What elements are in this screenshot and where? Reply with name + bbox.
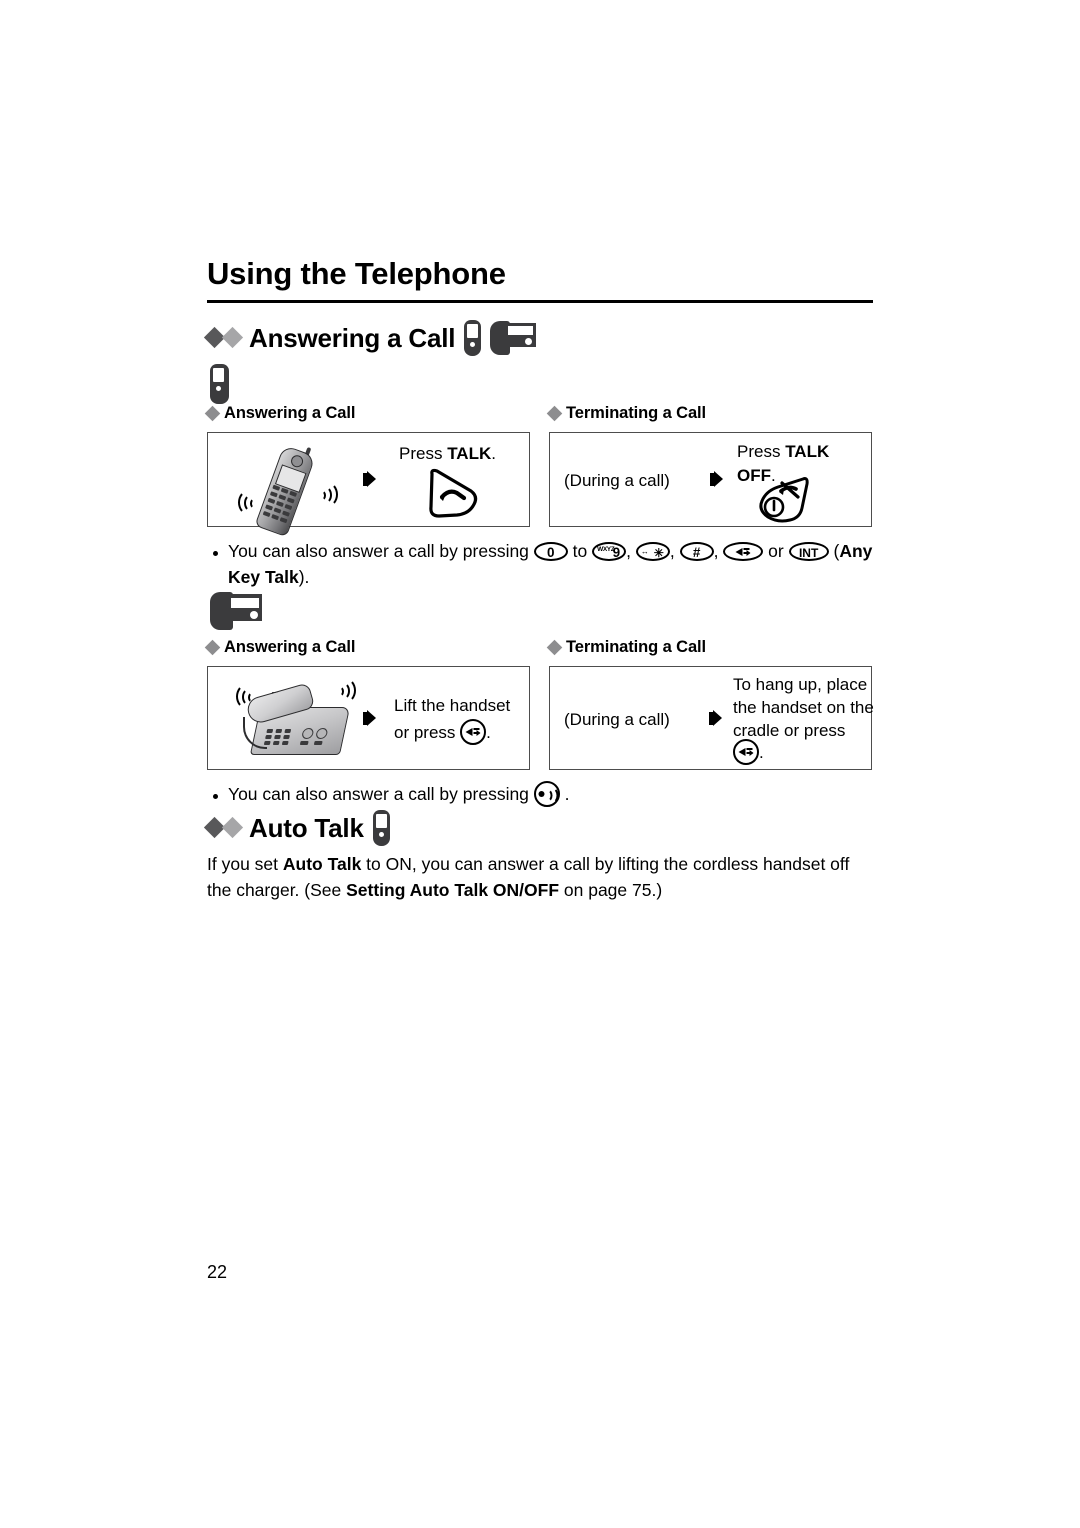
flow-arrow-icon xyxy=(367,710,376,726)
note-joiner: , xyxy=(626,541,636,561)
section-heading-label: Auto Talk xyxy=(249,812,364,843)
double-diamond-bullet xyxy=(203,817,244,839)
key-9: WXYZ 9 xyxy=(592,542,627,561)
note-sp-phone: You can also answer a call by pressing . xyxy=(228,781,878,807)
step-box-terminating-corded: (During a call) To hang up, place the ha… xyxy=(549,666,874,770)
note-paren-close: ). xyxy=(298,567,310,587)
key-0: 0 xyxy=(533,542,568,561)
note-paren-open: ( xyxy=(828,541,840,561)
step-instruction: Press TALK. xyxy=(399,444,496,463)
flow-arrow-icon xyxy=(367,471,376,487)
speakerphone-key-icon xyxy=(460,719,487,745)
flow-arrow-icon xyxy=(714,471,723,487)
section-heading-label: Answering a Call xyxy=(249,322,456,353)
handset-icon xyxy=(372,810,390,846)
step-box-terminating-cordless: (During a call) Press TALK OFF. xyxy=(549,432,872,527)
ring-wave-right-icon xyxy=(330,677,356,703)
page-number: 22 xyxy=(207,1262,228,1282)
ring-wave-right-icon xyxy=(312,481,338,507)
during-call-label: (During a call) xyxy=(564,710,670,729)
key-speakerphone xyxy=(723,542,764,561)
sub-heading-terminating-a-call-base: Terminating a Call xyxy=(546,638,707,657)
sub-heading-answering-a-call-base: Answering a Call xyxy=(204,638,356,657)
base-unit-icon xyxy=(490,321,537,355)
sub-heading-label: Terminating a Call xyxy=(566,638,707,656)
page-title: Using the Telephone xyxy=(207,256,506,291)
section-heading-answering-a-call: Answering a Call xyxy=(203,320,537,356)
step-instruction-line1: To hang up, place xyxy=(733,675,868,694)
base-unit-icon xyxy=(210,592,262,630)
diamond-bullet-icon xyxy=(204,639,221,656)
key-int: INT xyxy=(788,542,829,561)
note-joiner: , xyxy=(669,541,680,561)
step-box-answering-cordless: Press TALK. xyxy=(207,432,530,538)
note-joiner-to: to xyxy=(567,541,593,561)
diamond-bullet-icon xyxy=(546,639,563,656)
step-instruction-line2: the handset on the xyxy=(733,698,874,717)
section-heading-auto-talk: Auto Talk xyxy=(203,810,390,846)
step-instruction-line2: or press . xyxy=(394,719,491,745)
sub-heading-answering-a-call: Answering a Call xyxy=(204,404,356,423)
sub-heading-label: Answering a Call xyxy=(224,404,356,422)
speakerphone-key-icon xyxy=(733,739,759,765)
sub-heading-label: Terminating a Call xyxy=(566,404,707,422)
note-text-prefix: You can also answer a call by pressing xyxy=(228,784,534,804)
title-divider xyxy=(207,300,873,303)
speaker-icon xyxy=(735,546,751,558)
note-joiner-or: or xyxy=(763,541,789,561)
paragraph-part-3: on page 75.) xyxy=(559,880,663,900)
key-star: ↔ ✳ xyxy=(635,542,670,561)
sub-heading-label: Answering a Call xyxy=(224,638,356,656)
diamond-bullet-icon xyxy=(546,405,563,422)
sp-phone-key-icon xyxy=(533,781,560,807)
during-call-label: (During a call) xyxy=(564,471,670,490)
bullet-icon xyxy=(213,551,218,556)
step-box-answering-corded: Lift the handset or press . xyxy=(207,666,530,770)
note-text-prefix: You can also answer a call by pressing xyxy=(228,541,534,561)
paragraph-bold-setting-ref: Setting Auto Talk ON/OFF xyxy=(346,880,560,900)
key-hash: # xyxy=(679,542,714,561)
paragraph-bold-auto-talk: Auto Talk xyxy=(282,854,362,874)
ring-wave-left-icon xyxy=(234,489,260,515)
note-joiner: , xyxy=(713,541,724,561)
handset-icon xyxy=(464,320,482,356)
step-instruction-line4: . xyxy=(733,739,764,765)
auto-talk-paragraph: If you set Auto Talk to ON, you can answ… xyxy=(207,851,875,903)
step-instruction: Press TALK xyxy=(737,442,830,461)
sub-heading-terminating-a-call: Terminating a Call xyxy=(546,404,707,423)
handset-icon xyxy=(210,364,229,404)
talk-button-icon xyxy=(424,467,482,521)
step-instruction-line1: Lift the handset xyxy=(394,696,511,715)
document-page: Using the Telephone Answering a Call Ans… xyxy=(0,0,1080,1528)
paragraph-part-1: If you set xyxy=(207,854,283,874)
diamond-bullet-icon xyxy=(204,405,221,422)
double-diamond-bullet xyxy=(203,327,244,349)
note-any-key-talk: You can also answer a call by pressing 0… xyxy=(228,538,878,590)
talk-off-button-icon xyxy=(750,475,809,529)
note-text-suffix: . xyxy=(559,784,570,804)
flow-arrow-icon xyxy=(713,710,722,726)
bullet-icon xyxy=(213,794,218,799)
